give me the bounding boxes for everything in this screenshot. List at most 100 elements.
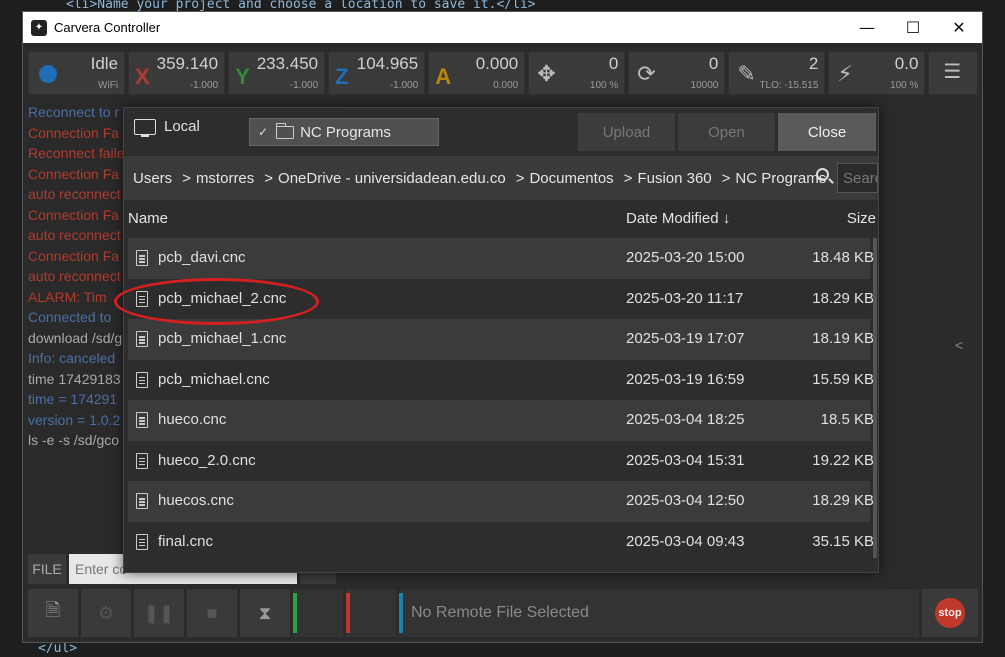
settings-button[interactable]: ⚙ bbox=[81, 589, 131, 637]
file-icon bbox=[136, 452, 148, 469]
feed-cell[interactable]: ✥ 0 100 % bbox=[528, 51, 626, 95]
tool-icon: ✎ bbox=[737, 61, 756, 86]
file-row[interactable]: pcb_michael_1.cnc 2025-03-19 17:07 18.19 K… bbox=[128, 319, 874, 360]
file-row[interactable]: final.cnc 2025-03-04 09:43 35.15 KB bbox=[128, 521, 874, 562]
a-position: 0.000 bbox=[475, 54, 519, 73]
connection-type: WiFi bbox=[98, 80, 119, 91]
file-row[interactable]: hueco.cnc 2025-03-04 18:25 18.5 KB bbox=[128, 400, 874, 441]
file-row[interactable]: hueco_2.0.cnc 2025-03-04 15:31 19.22 KB bbox=[128, 440, 874, 481]
open-button[interactable]: Open bbox=[678, 113, 775, 151]
search-input[interactable]: Search bbox=[837, 163, 878, 193]
z-axis-cell[interactable]: Z 104.965 -1.000 bbox=[328, 51, 426, 95]
breadcrumb-item[interactable]: Fusion 360 bbox=[637, 170, 711, 187]
file-size: 15.59 KB bbox=[812, 370, 874, 388]
breadcrumb-item[interactable]: OneDrive - universidadean.edu.co bbox=[278, 170, 506, 187]
menu-button[interactable]: ☰ bbox=[928, 51, 978, 95]
emergency-stop-button[interactable]: stop bbox=[922, 589, 978, 637]
hourglass-icon: ⧗ bbox=[258, 602, 272, 623]
file-name: hueco.cnc bbox=[158, 411, 227, 428]
app-icon: ✦ bbox=[31, 19, 47, 36]
minimize-button[interactable]: — bbox=[844, 12, 890, 43]
toolbar: Idle WiFi X 359.140 -1.000 Y 233.450 -1.… bbox=[28, 51, 978, 95]
file-row[interactable]: huecos.cnc 2025-03-04 12:50 18.29 KB bbox=[128, 481, 874, 522]
remote-file-text: No Remote File Selected bbox=[411, 604, 589, 621]
progress-bar-blue bbox=[399, 593, 403, 633]
size-column-header[interactable]: Size bbox=[847, 210, 876, 227]
red-circle-annotation bbox=[114, 278, 319, 325]
breadcrumb-separator: > bbox=[515, 169, 525, 187]
breadcrumb-item[interactable]: Users bbox=[133, 170, 172, 187]
gear-icon: ⚙ bbox=[97, 602, 115, 623]
pause-icon: ❚❚ bbox=[143, 602, 175, 623]
breadcrumb-item[interactable]: Documentos bbox=[529, 170, 613, 187]
x-axis-label: X bbox=[135, 64, 150, 89]
file-icon bbox=[136, 533, 148, 550]
file-row[interactable]: pcb_davi.cnc 2025-03-20 15:00 18.48 KB bbox=[128, 238, 874, 279]
breadcrumb-separator: > bbox=[623, 169, 633, 187]
move-arrows-icon: ✥ bbox=[537, 61, 556, 86]
spindle-cell[interactable]: ⟳ 0 10000 bbox=[628, 51, 726, 95]
maximize-button[interactable]: ☐ bbox=[890, 12, 936, 43]
tool-length-offset: TLO: -15.515 bbox=[759, 80, 819, 91]
file-name: huecos.cnc bbox=[158, 492, 234, 509]
progress-indicator-green bbox=[293, 589, 343, 637]
z-axis-label: Z bbox=[335, 64, 349, 89]
file-icon bbox=[136, 331, 148, 347]
folder-name: NC Programs bbox=[300, 123, 391, 141]
stop-square-button[interactable]: ■ bbox=[187, 589, 237, 637]
spindle-max: 10000 bbox=[690, 80, 719, 91]
square-icon: ■ bbox=[206, 602, 218, 623]
file-size: 18.48 KB bbox=[812, 249, 874, 266]
folder-dropdown[interactable]: ✓ NC Programs bbox=[249, 118, 439, 146]
breadcrumb-item[interactable]: NC Programs bbox=[735, 170, 826, 187]
file-date: 2025-03-04 18:25 bbox=[626, 411, 745, 428]
laser-icon: ⚡ bbox=[837, 61, 853, 86]
breadcrumb-item[interactable]: mstorres bbox=[196, 170, 254, 187]
a-axis-cell[interactable]: A 0.000 0.000 bbox=[428, 51, 526, 95]
remote-file-status[interactable]: No Remote File Selected bbox=[399, 589, 919, 637]
document-icon: 🗎 bbox=[45, 600, 61, 620]
file-date: 2025-03-20 15:00 bbox=[626, 249, 745, 266]
command-mode-label[interactable]: FILE bbox=[28, 554, 66, 584]
laser-value: 0.0 bbox=[894, 54, 919, 73]
x-position: 359.140 bbox=[156, 54, 219, 73]
upload-button[interactable]: Upload bbox=[578, 113, 675, 151]
local-location-button[interactable]: Local bbox=[134, 118, 200, 137]
file-date: 2025-03-04 09:43 bbox=[626, 532, 745, 550]
date-column-header[interactable]: Date Modified ↓ bbox=[626, 210, 730, 227]
z-position: 104.965 bbox=[356, 54, 419, 73]
file-name: pcb_davi.cnc bbox=[158, 249, 246, 266]
close-window-button[interactable]: ✕ bbox=[936, 12, 982, 43]
name-column-header[interactable]: Name bbox=[128, 210, 168, 227]
file-icon bbox=[136, 250, 148, 266]
tool-number: 2 bbox=[808, 54, 819, 73]
location-label: Local bbox=[164, 118, 200, 135]
feed-value: 0 bbox=[608, 54, 619, 73]
file-date: 2025-03-19 16:59 bbox=[626, 370, 745, 388]
y-axis-label: Y bbox=[235, 64, 250, 89]
file-button[interactable]: 🗎 bbox=[28, 589, 78, 637]
search-icon[interactable] bbox=[816, 168, 829, 181]
tool-cell[interactable]: ✎ 2 TLO: -15.515 bbox=[728, 51, 826, 95]
y-axis-cell[interactable]: Y 233.450 -1.000 bbox=[228, 51, 326, 95]
laser-cell[interactable]: ⚡ 0.0 100 % bbox=[828, 51, 926, 95]
chevron-left-icon[interactable]: < bbox=[955, 337, 963, 353]
file-date: 2025-03-19 17:07 bbox=[626, 330, 745, 347]
status-indicator-icon bbox=[39, 65, 57, 83]
file-name: pcb_michael_1.cnc bbox=[158, 330, 287, 347]
status-cell[interactable]: Idle WiFi bbox=[28, 51, 126, 95]
file-row[interactable]: pcb_michael.cnc 2025-03-19 16:59 15.59 KB bbox=[128, 359, 874, 400]
file-icon bbox=[136, 493, 148, 509]
progress-bar-red bbox=[346, 593, 350, 633]
progress-indicator-red bbox=[346, 589, 396, 637]
close-button[interactable]: Close bbox=[778, 113, 876, 151]
hourglass-button[interactable]: ⧗ bbox=[240, 589, 290, 637]
pause-button[interactable]: ❚❚ bbox=[134, 589, 184, 637]
file-list-scrollbar[interactable] bbox=[873, 238, 877, 558]
file-browser-dialog: Local ✓ NC Programs Upload Open Close Us… bbox=[123, 107, 879, 573]
file-date: 2025-03-20 11:17 bbox=[626, 289, 744, 307]
y-position: 233.450 bbox=[256, 54, 319, 73]
x-axis-cell[interactable]: X 359.140 -1.000 bbox=[128, 51, 226, 95]
title-bar[interactable]: ✦ Carvera Controller — ☐ ✕ bbox=[23, 12, 982, 43]
window-title: Carvera Controller bbox=[54, 20, 161, 35]
